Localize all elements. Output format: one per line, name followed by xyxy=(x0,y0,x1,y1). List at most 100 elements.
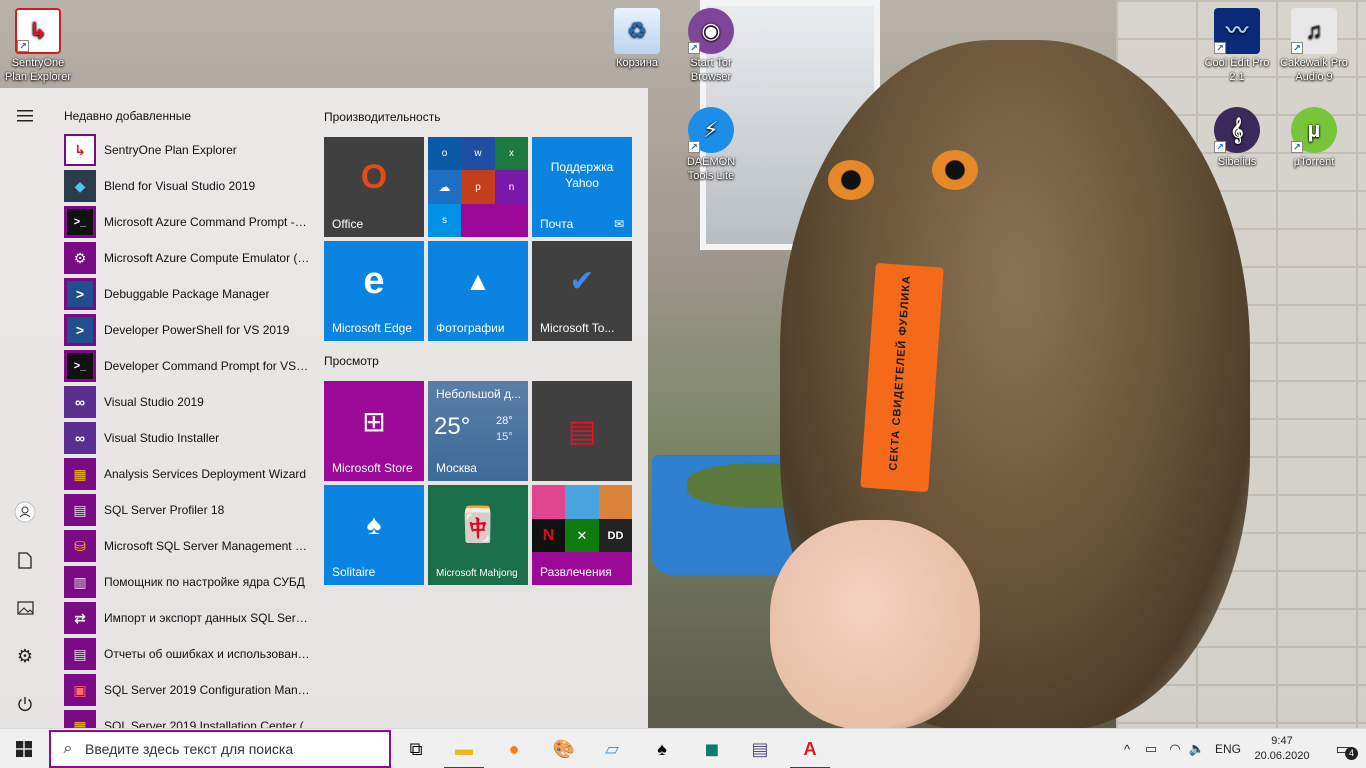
tile-mahjong[interactable]: 🀄 Microsoft Mahjong xyxy=(428,485,528,585)
battery-button[interactable]: ▭ xyxy=(1140,729,1162,768)
documents-button[interactable] xyxy=(0,540,50,580)
clock-time: 9:47 xyxy=(1271,735,1293,747)
powershell-icon: > xyxy=(64,278,96,310)
command-prompt-icon: >_ xyxy=(64,350,96,382)
app-list-item[interactable]: ▤ SQL Server Profiler 18 xyxy=(64,492,310,528)
ssms-icon: ⛁ xyxy=(64,530,96,562)
app-list-item[interactable]: ▦ SQL Server 2019 Installation Center ( xyxy=(64,708,310,728)
action-center-button[interactable]: ▭ 4 xyxy=(1320,729,1366,768)
app-list-item[interactable]: > Debuggable Package Manager xyxy=(64,276,310,312)
evernote-icon: ◼ xyxy=(704,738,720,759)
desktop-icon-sibelius[interactable]: 𝄞 ↗ Sibelius xyxy=(1199,107,1275,169)
app-list-item[interactable]: ▤ Отчеты об ошибках и использовании xyxy=(64,636,310,672)
settings-button[interactable]: ⚙ xyxy=(0,636,50,676)
tile-mail[interactable]: Поддержка Yahoo Почта ✉ xyxy=(532,137,632,237)
desktop-icon-daemon-tools[interactable]: ⚡ ↗ DAEMON Tools Lite xyxy=(673,107,749,183)
app-list[interactable]: Недавно добавленные ↳ SentryOne Plan Expl… xyxy=(50,88,312,728)
tile-todo[interactable]: ✔ Microsoft To... xyxy=(532,241,632,341)
tile-entertainment[interactable]: N ✕ DD Развлечения xyxy=(532,485,632,585)
game-icon xyxy=(565,485,599,519)
app-label: Developer Command Prompt for VS 2019 xyxy=(104,359,310,373)
language-button[interactable]: ENG xyxy=(1210,729,1246,768)
tile-office[interactable]: O Office xyxy=(324,137,424,237)
app-list-item[interactable]: ▣ SQL Server 2019 Configuration Manager xyxy=(64,672,310,708)
taskbar-file-explorer[interactable]: ▬ xyxy=(440,729,488,768)
utorrent-icon: µ ↗ xyxy=(1291,107,1337,153)
app-list-item[interactable]: ↳ SentryOne Plan Explorer xyxy=(64,132,310,168)
taskbar-evernote[interactable]: ◼ xyxy=(688,729,736,768)
task-view-button[interactable]: ⧉ xyxy=(392,729,440,768)
app-list-item[interactable]: >_ Microsoft Azure Command Prompt - v2.9 xyxy=(64,204,310,240)
search-input[interactable] xyxy=(85,741,375,757)
app-label: Blend for Visual Studio 2019 xyxy=(104,179,256,193)
sibelius-icon: 𝄞 ↗ xyxy=(1214,107,1260,153)
app-list-item[interactable]: ∞ Visual Studio 2019 xyxy=(64,384,310,420)
desktop-icon-tor-browser[interactable]: ◉ ↗ Start Tor Browser xyxy=(673,8,749,84)
group-header-productivity: Производительность xyxy=(324,110,441,124)
search-box[interactable]: ⌕ xyxy=(49,730,391,768)
clock-date: 20.06.2020 xyxy=(1254,750,1310,762)
app-list-item[interactable]: ⇄ Импорт и экспорт данных SQL Server xyxy=(64,600,310,636)
desktop-icon-cakewalk[interactable]: ♫ ↗ Cakewalk Pro Audio 9 xyxy=(1276,8,1352,84)
tile-news[interactable]: ▤ xyxy=(532,381,632,481)
wallpaper-owl-right-eye xyxy=(932,150,978,190)
user-icon xyxy=(14,501,36,523)
network-button[interactable]: ◠ xyxy=(1164,729,1186,768)
desktop-icon-label: SentryOne Plan Explorer xyxy=(4,57,72,83)
group-header-browse: Просмотр xyxy=(324,354,379,368)
app-list-item[interactable]: ⛁ Microsoft SQL Server Management Studio … xyxy=(64,528,310,564)
tile-solitaire[interactable]: ♠ Solitaire xyxy=(324,485,424,585)
app-list-item[interactable]: ⚙ Microsoft Azure Compute Emulator (Expre… xyxy=(64,240,310,276)
app-list-item[interactable]: > Developer PowerShell for VS 2019 xyxy=(64,312,310,348)
app-list-item[interactable]: ∞ Visual Studio Installer xyxy=(64,420,310,456)
app-list-item[interactable]: ◆ Blend for Visual Studio 2019 xyxy=(64,168,310,204)
taskbar-solitaire[interactable]: ♠ xyxy=(638,729,686,768)
tor-browser-icon: ◉ ↗ xyxy=(688,8,734,54)
clock-button[interactable]: 9:47 20.06.2020 xyxy=(1252,734,1312,764)
desktop-icon-cool-edit[interactable]: 〰 ↗ Cool Edit Pro 2.1 xyxy=(1199,8,1275,84)
app-label: Analysis Services Deployment Wizard xyxy=(104,467,307,481)
app-label: SQL Server 2019 Configuration Manager xyxy=(104,683,310,697)
taskbar-system-monitor[interactable]: ▤ xyxy=(736,729,784,768)
desktop-icon-recycle-bin[interactable]: ♻ Корзина xyxy=(599,8,675,70)
store-icon: ⊞ xyxy=(362,405,386,437)
app-list-item[interactable]: ▦ Analysis Services Deployment Wizard xyxy=(64,456,310,492)
hamburger-menu-button[interactable] xyxy=(0,96,50,136)
tile-edge[interactable]: e Microsoft Edge xyxy=(324,241,424,341)
desktop-icon-utorrent[interactable]: µ ↗ µTorrent xyxy=(1276,107,1352,169)
pictures-button[interactable] xyxy=(0,588,50,628)
tile-store[interactable]: ⊞ Microsoft Store xyxy=(324,381,424,481)
chevron-up-icon: ^ xyxy=(1123,741,1131,757)
taskbar-notepad[interactable]: ▱ xyxy=(588,729,636,768)
firefox-icon: ● xyxy=(508,738,520,759)
file-explorer-icon: ▬ xyxy=(455,738,473,759)
volume-button[interactable]: 🔈 xyxy=(1186,729,1208,768)
tile-office-apps[interactable]: o w x ☁ p n s xyxy=(428,137,528,237)
power-button[interactable] xyxy=(0,684,50,724)
app-label: Visual Studio 2019 xyxy=(104,395,204,409)
desktop-icon-sentryone[interactable]: ↳ ↗ SentryOne Plan Explorer xyxy=(0,8,76,84)
wallpaper-hand xyxy=(770,520,980,728)
recycle-bin-icon: ♻ xyxy=(614,8,660,54)
power-icon xyxy=(18,697,32,711)
app-list-item[interactable]: >_ Developer Command Prompt for VS 2019 xyxy=(64,348,310,384)
desktop-icon-label: Корзина xyxy=(616,57,658,69)
search-icon: ⌕ xyxy=(63,740,73,757)
show-hidden-icons-button[interactable]: ^ xyxy=(1116,729,1138,768)
tile-label: Microsoft Store xyxy=(332,461,413,475)
sentryone-icon: ↳ ↗ xyxy=(15,8,61,54)
tile-label: Solitaire xyxy=(332,565,376,579)
tile-photos[interactable]: ▲ Фотографии xyxy=(428,241,528,341)
desktop-icon-label: Cakewalk Pro Audio 9 xyxy=(1280,57,1348,83)
taskbar-acrobat[interactable]: A xyxy=(786,729,834,768)
app-list-item[interactable]: ▥ Помощник по настройке ядра СУБД xyxy=(64,564,310,600)
tile-weather[interactable]: Небольшой д... 25° 28° 15° Москва xyxy=(428,381,528,481)
taskbar-paint[interactable]: 🎨 xyxy=(540,729,588,768)
taskbar-firefox[interactable]: ● xyxy=(490,729,538,768)
user-account-button[interactable] xyxy=(0,492,50,532)
start-button[interactable] xyxy=(0,729,48,768)
wallpaper-owl-left-eye xyxy=(828,160,874,200)
skype-icon: s xyxy=(428,204,461,237)
onenote-icon: n xyxy=(495,170,528,204)
command-prompt-icon: >_ xyxy=(64,206,96,238)
